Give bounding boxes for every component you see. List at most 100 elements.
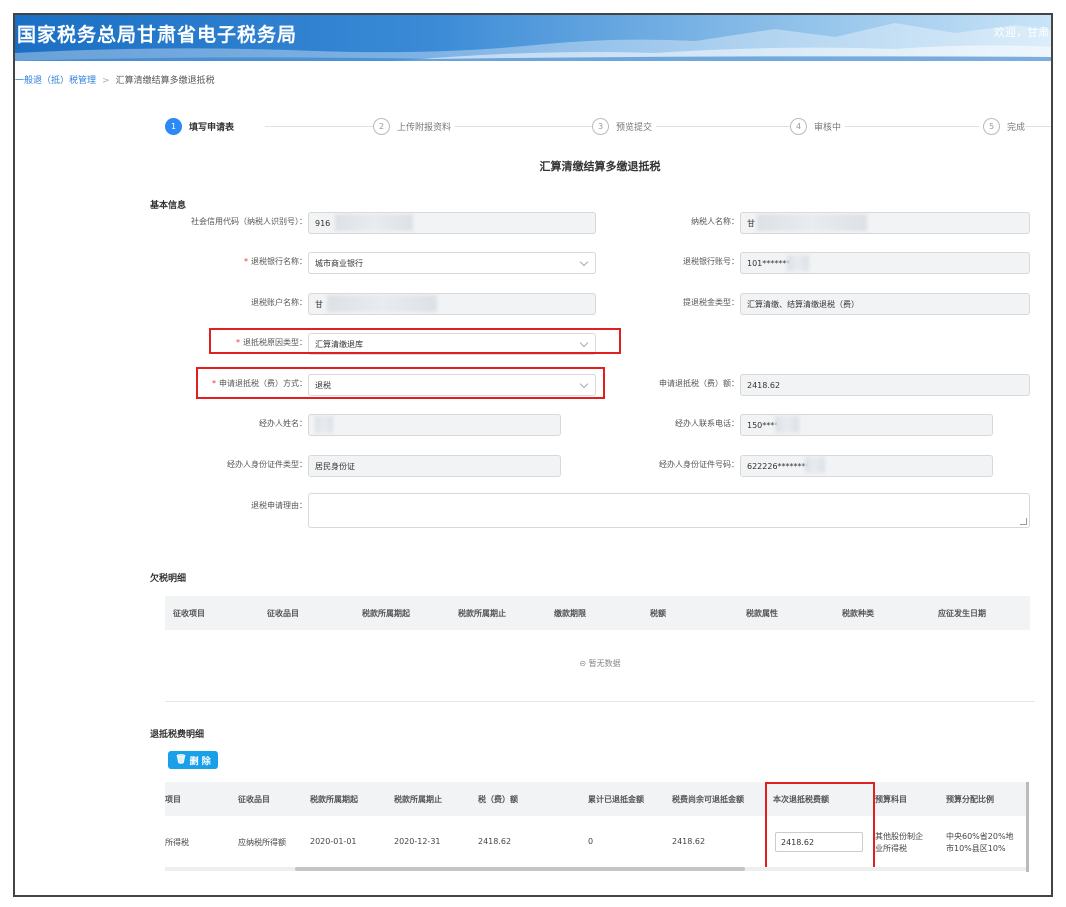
- step-2: 2 上传附报资料: [373, 117, 456, 135]
- agent-name-label: 经办人姓名：: [259, 419, 307, 428]
- bank-name-value: 城市商业银行: [315, 258, 363, 268]
- highlight-box: [196, 367, 605, 399]
- arrears-table-header: 征收项目 征收品目 税款所属期起 税款所属期止 缴款期限 税额 税款属性 税款种…: [165, 596, 1030, 630]
- agent-id-no-value: 622226********: [747, 461, 810, 471]
- form-title: 汇算清缴结算多缴退抵税: [539, 160, 661, 173]
- agent-phone-value: 150****: [747, 420, 779, 430]
- step-number: 1: [165, 117, 182, 135]
- cell-budget-line1: 其他股份制企: [875, 832, 923, 841]
- refund-table-header: 项目 征收品目 税款所属期起 税款所属期止 税（费）额 累计已退抵金额 税费尚余…: [165, 782, 1027, 816]
- empty-text: 暂无数据: [588, 659, 621, 668]
- breadcrumb: 一般退（抵）税管理 > 汇算清缴结算多缴退抵税: [15, 73, 215, 86]
- cell-tax: 2418.62: [478, 837, 512, 846]
- breadcrumb-current: 汇算清缴结算多缴退抵税: [115, 76, 215, 86]
- bank-name-label: * 退税银行名称：: [115, 256, 307, 267]
- step-number: 5: [983, 117, 1000, 135]
- step-number: 4: [790, 117, 807, 135]
- agent-id-no-field[interactable]: 622226********: [740, 455, 993, 477]
- refund-type-label: 提退税金类型：: [683, 298, 739, 307]
- redaction-blur: [327, 295, 437, 312]
- welcome-text: 欢迎，甘肃: [994, 26, 1049, 39]
- cell-end: 2020-12-31: [394, 837, 441, 846]
- column-header: 征收品目: [267, 608, 299, 618]
- step-label: 预览提交: [616, 122, 653, 133]
- column-header: 税款所属期起: [362, 608, 410, 618]
- redaction-blur: [775, 416, 799, 433]
- chevron-down-icon: [579, 257, 589, 267]
- step-label: 审核中: [814, 122, 842, 133]
- column-header: 征收品目: [238, 794, 270, 804]
- column-header: 预算科目: [875, 794, 907, 804]
- cell-start: 2020-01-01: [310, 837, 357, 846]
- reason-textarea[interactable]: [308, 493, 1030, 528]
- column-header: 预算分配比例: [946, 794, 994, 804]
- step-label: 完成: [1007, 122, 1026, 133]
- scrollbar-thumb[interactable]: [295, 867, 745, 871]
- section-basic-info: 基本信息: [150, 201, 187, 211]
- empty-state: ⊝ 暂无数据: [165, 658, 1035, 669]
- column-header: 征收项目: [173, 608, 205, 618]
- credit-code-label: 社会信用代码（纳税人识别号）：: [191, 217, 307, 226]
- highlight-box: [209, 328, 621, 354]
- delete-button-label: 删 除: [189, 756, 211, 767]
- refund-type-value: 汇算清缴、结算清缴退税（费）: [747, 299, 859, 309]
- column-header: 税款属性: [746, 608, 778, 618]
- account-name-label: 退税账户名称：: [251, 298, 307, 307]
- agent-id-type-label: 经办人身份证件类型：: [227, 460, 307, 469]
- progress-steps: 1 填写申请表 2 上传附报资料 3 预览提交 4 审核中 5 完成: [165, 117, 1051, 137]
- cell-remaining: 2418.62: [672, 837, 706, 846]
- agent-name-field[interactable]: [308, 414, 561, 436]
- horizontal-scrollbar[interactable]: [165, 867, 1027, 871]
- amount-label: 申请退抵税（费）额：: [659, 379, 739, 388]
- cell-item: 所得税: [165, 838, 189, 847]
- section-arrears: 欠税明细: [150, 574, 187, 584]
- refund-type-field[interactable]: 汇算清缴、结算清缴退税（费）: [740, 293, 1030, 315]
- step-number: 3: [592, 117, 609, 135]
- redaction-blur: [315, 416, 333, 433]
- resize-handle-icon[interactable]: [1020, 518, 1027, 525]
- amount-field[interactable]: 2418.62: [740, 374, 1030, 396]
- section-divider: [165, 701, 1035, 702]
- column-header: 税款所属期止: [394, 794, 442, 804]
- column-header: 税款所属期起: [310, 794, 358, 804]
- breadcrumb-separator: >: [102, 76, 110, 86]
- bank-name-label-text: 退税银行名称：: [251, 257, 307, 266]
- highlight-box: [765, 782, 875, 871]
- vertical-scrollbar[interactable]: [1026, 782, 1029, 872]
- cell-subject: 应纳税所得额: [238, 838, 286, 847]
- step-connector: [885, 126, 1051, 127]
- redaction-blur: [757, 214, 867, 231]
- app-frame: 国家税务总局甘肃省电子税务局 欢迎，甘肃 一般退（抵）税管理 > 汇算清缴结算多缴退…: [13, 13, 1053, 897]
- amount-value: 2418.62: [747, 380, 781, 390]
- cell-ratio-line1: 中央60%省20%地: [946, 832, 1014, 841]
- bank-account-field[interactable]: 101********: [740, 252, 1030, 274]
- agent-id-no-label: 经办人身份证件号码：: [659, 460, 739, 469]
- column-header: 累计已退抵金额: [588, 794, 644, 804]
- column-header: 缴款期限: [554, 608, 586, 618]
- required-mark: *: [244, 257, 248, 266]
- table-row: 所得税 应纳税所得额 2020-01-01 2020-12-31 2418.62…: [165, 819, 1027, 865]
- breadcrumb-home[interactable]: 一般退（抵）税管理: [15, 76, 96, 86]
- column-header: 应征发生日期: [938, 608, 986, 618]
- column-header: 税（费）额: [478, 794, 518, 804]
- step-number: 2: [373, 117, 390, 135]
- credit-code-value: 916: [315, 218, 331, 228]
- delete-button[interactable]: 🗑 删 除: [168, 751, 218, 769]
- redaction-blur: [335, 214, 413, 231]
- agent-phone-label: 经办人联系电话：: [675, 419, 739, 428]
- column-header: 税额: [650, 608, 666, 618]
- bank-account-label: 退税银行账号：: [683, 257, 739, 266]
- bank-name-select[interactable]: 城市商业银行: [308, 252, 596, 274]
- empty-icon: ⊝: [579, 659, 587, 668]
- cell-budget-line2: 业所得税: [875, 844, 907, 853]
- site-title: 国家税务总局甘肃省电子税务局: [17, 24, 298, 46]
- agent-id-type-field[interactable]: 居民身份证: [308, 455, 561, 477]
- column-header: 项目: [165, 794, 181, 804]
- redaction-blur: [787, 255, 809, 271]
- agent-id-type-value: 居民身份证: [315, 461, 355, 471]
- column-header: 税费尚余可退抵金额: [672, 794, 744, 804]
- cell-refunded: 0: [588, 837, 594, 846]
- step-label: 上传附报资料: [397, 122, 452, 133]
- step-5: 5 完成: [979, 117, 1026, 135]
- taxpayer-name-label: 纳税人名称：: [691, 217, 739, 226]
